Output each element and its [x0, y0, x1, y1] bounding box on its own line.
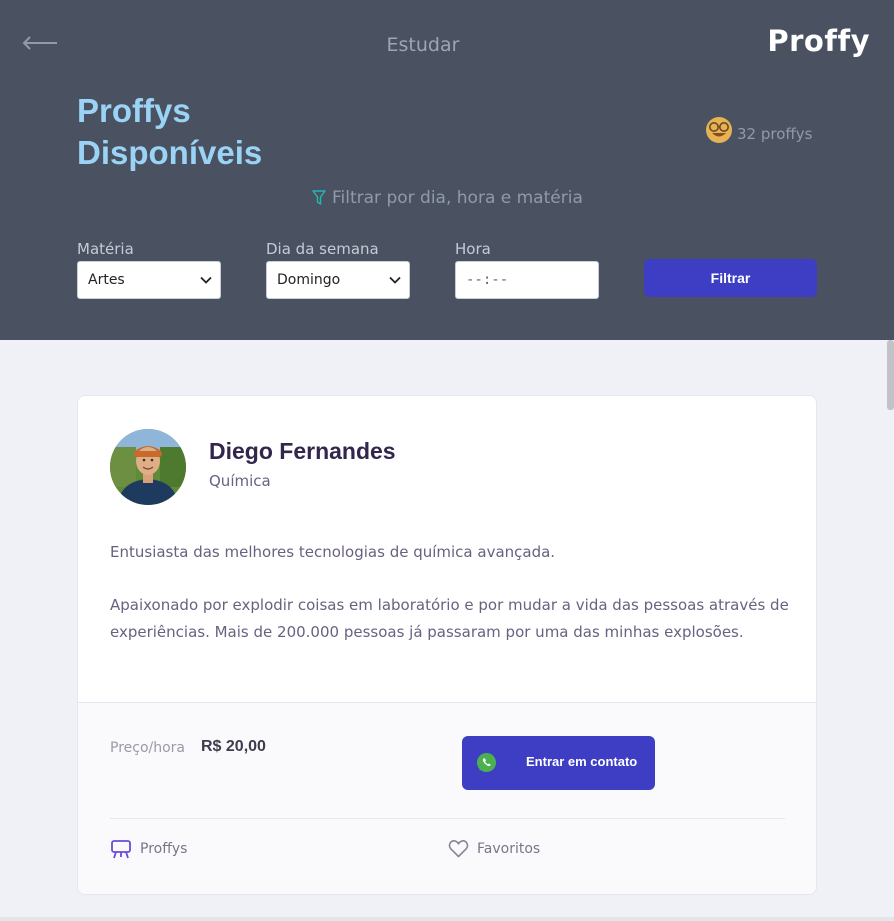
page-header: Estudar Proffy Proffys Disponíveis 32 pr…	[0, 0, 894, 340]
heart-icon	[448, 840, 469, 858]
contact-button[interactable]: Entrar em contato	[462, 736, 655, 790]
weekday-select[interactable]: Domingo	[266, 261, 410, 299]
proffys-count: 32 proffys	[705, 116, 812, 144]
page-title: Proffys Disponíveis	[77, 90, 262, 174]
whatsapp-icon	[476, 752, 497, 773]
nav-favorites-link[interactable]: Favoritos	[448, 839, 540, 858]
proffy-logo: Proffy	[767, 24, 870, 58]
chevron-down-icon	[389, 276, 401, 284]
time-input[interactable]: --:--	[455, 261, 599, 299]
subject-label: Matéria	[77, 240, 134, 258]
weekday-label: Dia da semana	[266, 240, 379, 258]
nav-proffys-label: Proffys	[140, 841, 188, 857]
page-title-line-1: Proffys	[77, 92, 191, 129]
page-title-line-2: Disponíveis	[77, 134, 263, 171]
nav-favorites-label: Favoritos	[477, 840, 541, 857]
bottom-edge	[0, 917, 894, 921]
card-footer: Preço/hora R$ 20,00 Entrar em contato Pr…	[78, 702, 816, 894]
top-bar-title: Estudar	[386, 34, 460, 56]
price-label: Preço/hora	[110, 740, 186, 756]
subject-select[interactable]: Artes	[77, 261, 221, 299]
filter-toggle-label: Filtrar por dia, hora e matéria	[332, 188, 583, 208]
teacher-subject: Química	[209, 472, 271, 490]
bio-paragraph: Apaixonado por explodir coisas em labora…	[110, 596, 789, 642]
price-value: R$ 20,00	[201, 738, 266, 755]
filter-toggle[interactable]: Filtrar por dia, hora e matéria	[312, 188, 583, 208]
footer-divider	[110, 818, 785, 819]
chevron-down-icon	[200, 276, 212, 284]
proffys-count-text: 32 proffys	[737, 125, 813, 143]
funnel-icon	[312, 190, 326, 205]
nav-proffys-link[interactable]: Proffys	[110, 839, 187, 859]
teacher-avatar	[110, 429, 186, 505]
bio-paragraph: Entusiasta das melhores tecnologias de q…	[110, 543, 556, 561]
teacher-card: Diego Fernandes Química Entusiasta das m…	[77, 395, 817, 895]
teacher-bio: Entusiasta das melhores tecnologias de q…	[110, 539, 790, 646]
time-label: Hora	[455, 240, 491, 258]
presentation-board-icon	[111, 840, 131, 859]
teacher-name: Diego Fernandes	[209, 438, 396, 464]
smiling-face-icon	[706, 117, 732, 143]
filter-submit-button[interactable]: Filtrar	[644, 259, 817, 297]
weekday-select-value: Domingo	[277, 272, 341, 288]
contact-button-label: Entrar em contato	[526, 754, 638, 769]
scrollbar-thumb[interactable]	[887, 340, 894, 410]
subject-select-value: Artes	[88, 272, 125, 288]
